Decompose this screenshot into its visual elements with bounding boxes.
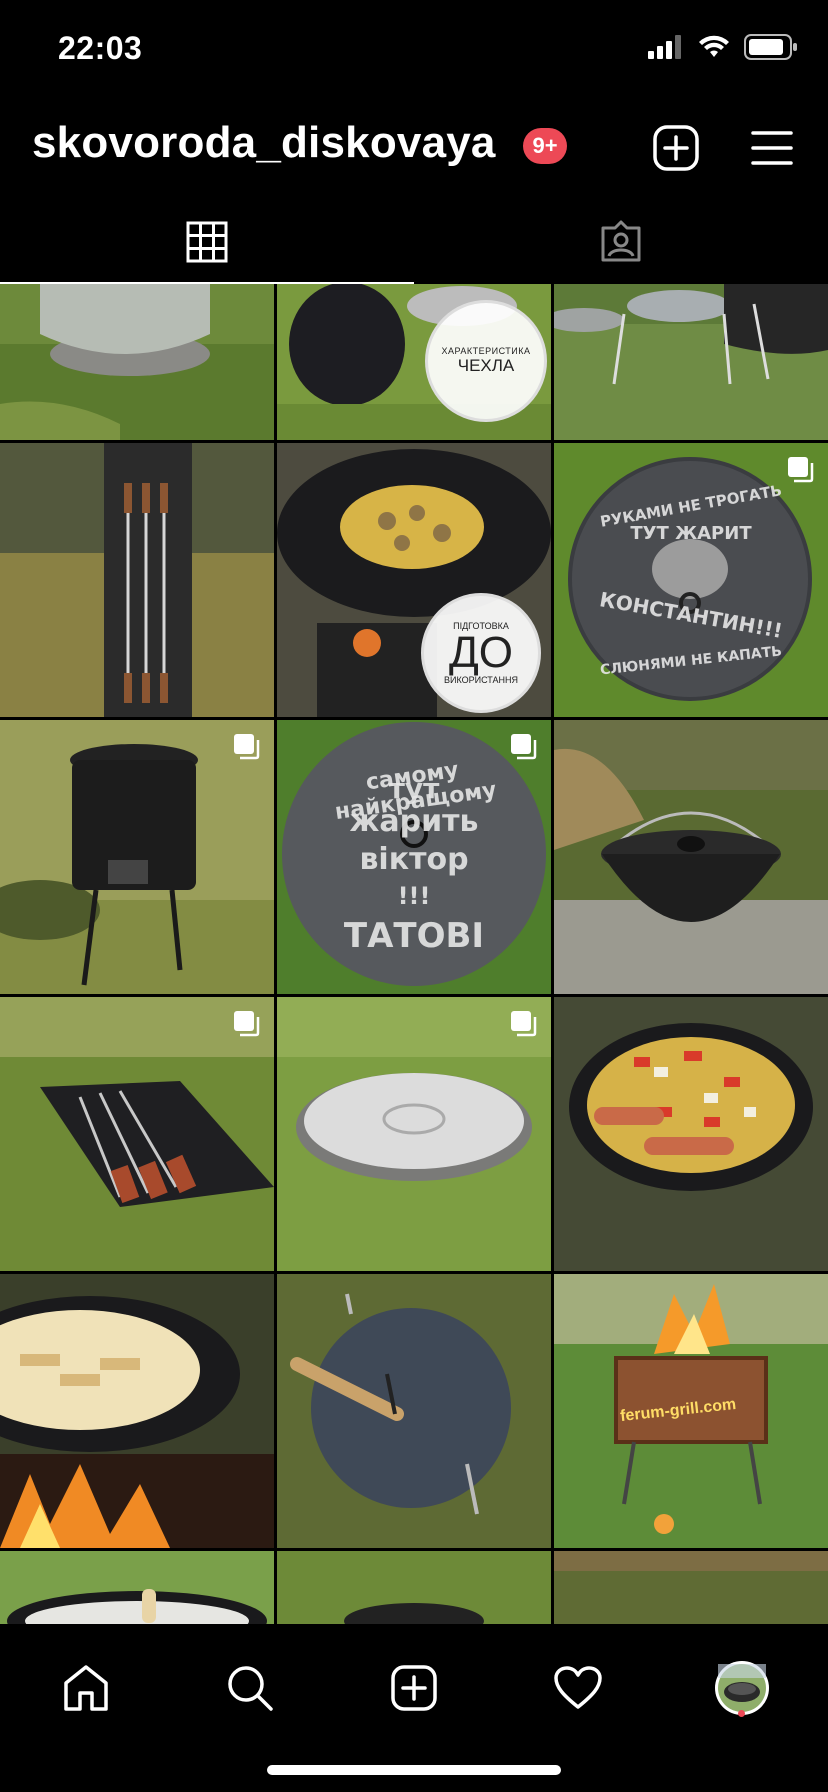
nav-profile-button[interactable]	[700, 1646, 784, 1730]
multi-photo-icon	[511, 734, 537, 760]
post-image	[0, 284, 274, 440]
nav-activity-button[interactable]	[536, 1646, 620, 1730]
post-thumbnail[interactable]: ПІДГОТОВКА ДО ВИКОРИСТАННЯ	[277, 443, 551, 717]
tab-tagged[interactable]	[414, 200, 828, 284]
profile-notification-dot	[738, 1710, 745, 1717]
grid-icon	[186, 221, 228, 263]
post-image	[0, 1551, 274, 1624]
post-image	[277, 1274, 551, 1548]
new-post-icon	[391, 1665, 437, 1711]
home-indicator	[267, 1765, 561, 1775]
post-thumbnail[interactable]	[277, 1551, 551, 1624]
add-button[interactable]	[650, 122, 702, 174]
multi-photo-icon	[234, 1011, 260, 1037]
nav-new-post-button[interactable]	[372, 1646, 456, 1730]
wifi-icon	[699, 35, 729, 57]
post-image	[0, 443, 274, 717]
menu-button[interactable]	[746, 122, 798, 174]
post-image	[554, 997, 828, 1271]
post-thumbnail[interactable]	[554, 1551, 828, 1624]
post-thumbnail[interactable]	[0, 997, 274, 1271]
post-image	[0, 1274, 274, 1548]
cover-badge: ХАРАКТЕРИСТИКА ЧЕХЛА	[425, 300, 547, 422]
post-thumbnail[interactable]: ferum-grill.com	[554, 1274, 828, 1548]
profile-avatar	[715, 1661, 769, 1715]
plate-engraving-line: віктор	[359, 842, 469, 877]
post-thumbnail[interactable]	[0, 1551, 274, 1624]
multi-photo-icon	[788, 457, 814, 483]
plate-engraving-line: ТУТ ЖАРИТ	[630, 523, 752, 544]
multi-photo-icon	[511, 1011, 537, 1037]
post-thumbnail[interactable]: ХАРАКТЕРИСТИКА ЧЕХЛА	[277, 284, 551, 440]
status-icons	[648, 34, 798, 60]
post-thumbnail[interactable]	[0, 1274, 274, 1548]
notification-badge[interactable]: 9+	[523, 128, 567, 164]
post-image	[554, 720, 828, 994]
plate-engraving-line: жарить	[349, 804, 479, 839]
heart-icon	[554, 1666, 602, 1709]
post-thumbnail[interactable]: самому найкращому тут жарить віктор !!! …	[277, 720, 551, 994]
battery-icon	[744, 34, 797, 60]
home-icon	[64, 1665, 108, 1711]
profile-header: skovoroda_diskovaya 9+	[0, 110, 828, 190]
posts-grid: ХАРАКТЕРИСТИКА ЧЕХЛА ПІДГОТОВКА ДО ВИКОР…	[0, 284, 828, 1624]
profile-tabs	[0, 200, 828, 284]
profile-username[interactable]: skovoroda_diskovaya	[32, 118, 496, 168]
post-thumbnail[interactable]	[554, 997, 828, 1271]
badge-title: ДО	[448, 628, 514, 677]
post-thumbnail[interactable]	[0, 284, 274, 440]
post-image	[277, 1551, 551, 1624]
status-bar: 22:03	[0, 0, 828, 100]
post-thumbnail[interactable]	[277, 997, 551, 1271]
multi-photo-icon	[234, 734, 260, 760]
badge-title: ЧЕХЛА	[457, 356, 515, 375]
tab-grid[interactable]	[0, 200, 414, 284]
post-thumbnail[interactable]	[554, 284, 828, 440]
post-thumbnail[interactable]: РУКАМИ НЕ ТРОГАТЬ ТУТ ЖАРИТ КОНСТАНТИН!!…	[554, 443, 828, 717]
menu-icon	[751, 131, 793, 165]
plate-engraving-line: !!!	[397, 882, 431, 910]
plate-engraving-line: ТАТОВІ	[343, 916, 485, 956]
tagged-icon	[601, 220, 641, 262]
cover-badge: ПІДГОТОВКА ДО ВИКОРИСТАННЯ	[421, 593, 541, 713]
plate-engraving-line: тут	[388, 772, 440, 805]
post-thumbnail[interactable]	[0, 443, 274, 717]
add-icon	[653, 125, 699, 171]
search-icon	[228, 1666, 273, 1711]
post-thumbnail[interactable]	[277, 1274, 551, 1548]
badge-caption: ВИКОРИСТАННЯ	[444, 675, 518, 685]
status-time: 22:03	[58, 30, 143, 66]
post-thumbnail[interactable]	[554, 720, 828, 994]
post-image	[554, 1551, 828, 1624]
nav-home-button[interactable]	[44, 1646, 128, 1730]
nav-search-button[interactable]	[208, 1646, 292, 1730]
post-thumbnail[interactable]	[0, 720, 274, 994]
post-image	[554, 284, 828, 440]
signal-icon	[648, 35, 681, 59]
badge-subtitle: ХАРАКТЕРИСТИКА	[441, 346, 531, 356]
